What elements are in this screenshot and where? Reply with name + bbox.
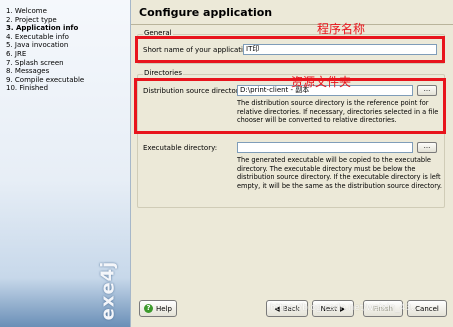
step-welcome[interactable]: 1. Welcome bbox=[6, 7, 84, 16]
app-name-highlight bbox=[135, 36, 445, 63]
directories-group-label: Directories bbox=[143, 69, 184, 77]
step-list: 1. Welcome 2. Project type 3. Applicatio… bbox=[6, 7, 84, 93]
executable-dir-help: The generated executable will be copied … bbox=[237, 156, 442, 190]
help-icon: ? bbox=[144, 304, 154, 313]
app-name-annotation: 程序名称 bbox=[317, 22, 366, 36]
main-panel: Configure application General Short name… bbox=[131, 0, 453, 327]
title-divider bbox=[131, 24, 453, 25]
step-compile-executable[interactable]: 9. Compile executable bbox=[6, 76, 84, 85]
exe-help-line: distribution source directory. If the ex… bbox=[237, 173, 441, 181]
exe4j-logo: exe4j bbox=[92, 258, 124, 322]
wizard-sidebar: 1. Welcome 2. Project type 3. Applicatio… bbox=[0, 0, 131, 327]
page-title: Configure application bbox=[139, 6, 273, 19]
step-java-invocation[interactable]: 5. Java invocation bbox=[6, 41, 84, 50]
step-jre[interactable]: 6. JRE bbox=[6, 50, 84, 59]
executable-dir-browse-button[interactable]: ... bbox=[417, 142, 437, 153]
step-executable-info[interactable]: 4. Executable info bbox=[6, 33, 84, 42]
logo-text: exe4j bbox=[97, 260, 119, 320]
step-splash-screen[interactable]: 7. Splash screen bbox=[6, 59, 84, 68]
exe-help-line: The generated executable will be copied … bbox=[237, 156, 431, 164]
exe-help-line: directory. The executable directory must… bbox=[237, 164, 416, 173]
source-folder-highlight bbox=[134, 78, 446, 134]
step-finished[interactable]: 10. Finished bbox=[6, 84, 84, 93]
step-messages[interactable]: 8. Messages bbox=[6, 67, 84, 76]
step-project-type[interactable]: 2. Project type bbox=[6, 16, 84, 25]
watermark: https://blog.csdn.net/weixin_43... bbox=[270, 303, 420, 313]
help-button-label: Help bbox=[156, 304, 172, 313]
executable-dir-label: Executable directory: bbox=[143, 144, 218, 152]
exe-help-line: empty, it will be the same as the distri… bbox=[237, 181, 442, 190]
executable-dir-input[interactable] bbox=[237, 142, 413, 153]
source-folder-annotation: 资源文件夹 bbox=[291, 75, 352, 89]
help-button[interactable]: ? Help bbox=[139, 300, 177, 317]
step-application-info[interactable]: 3. Application info bbox=[6, 24, 84, 33]
